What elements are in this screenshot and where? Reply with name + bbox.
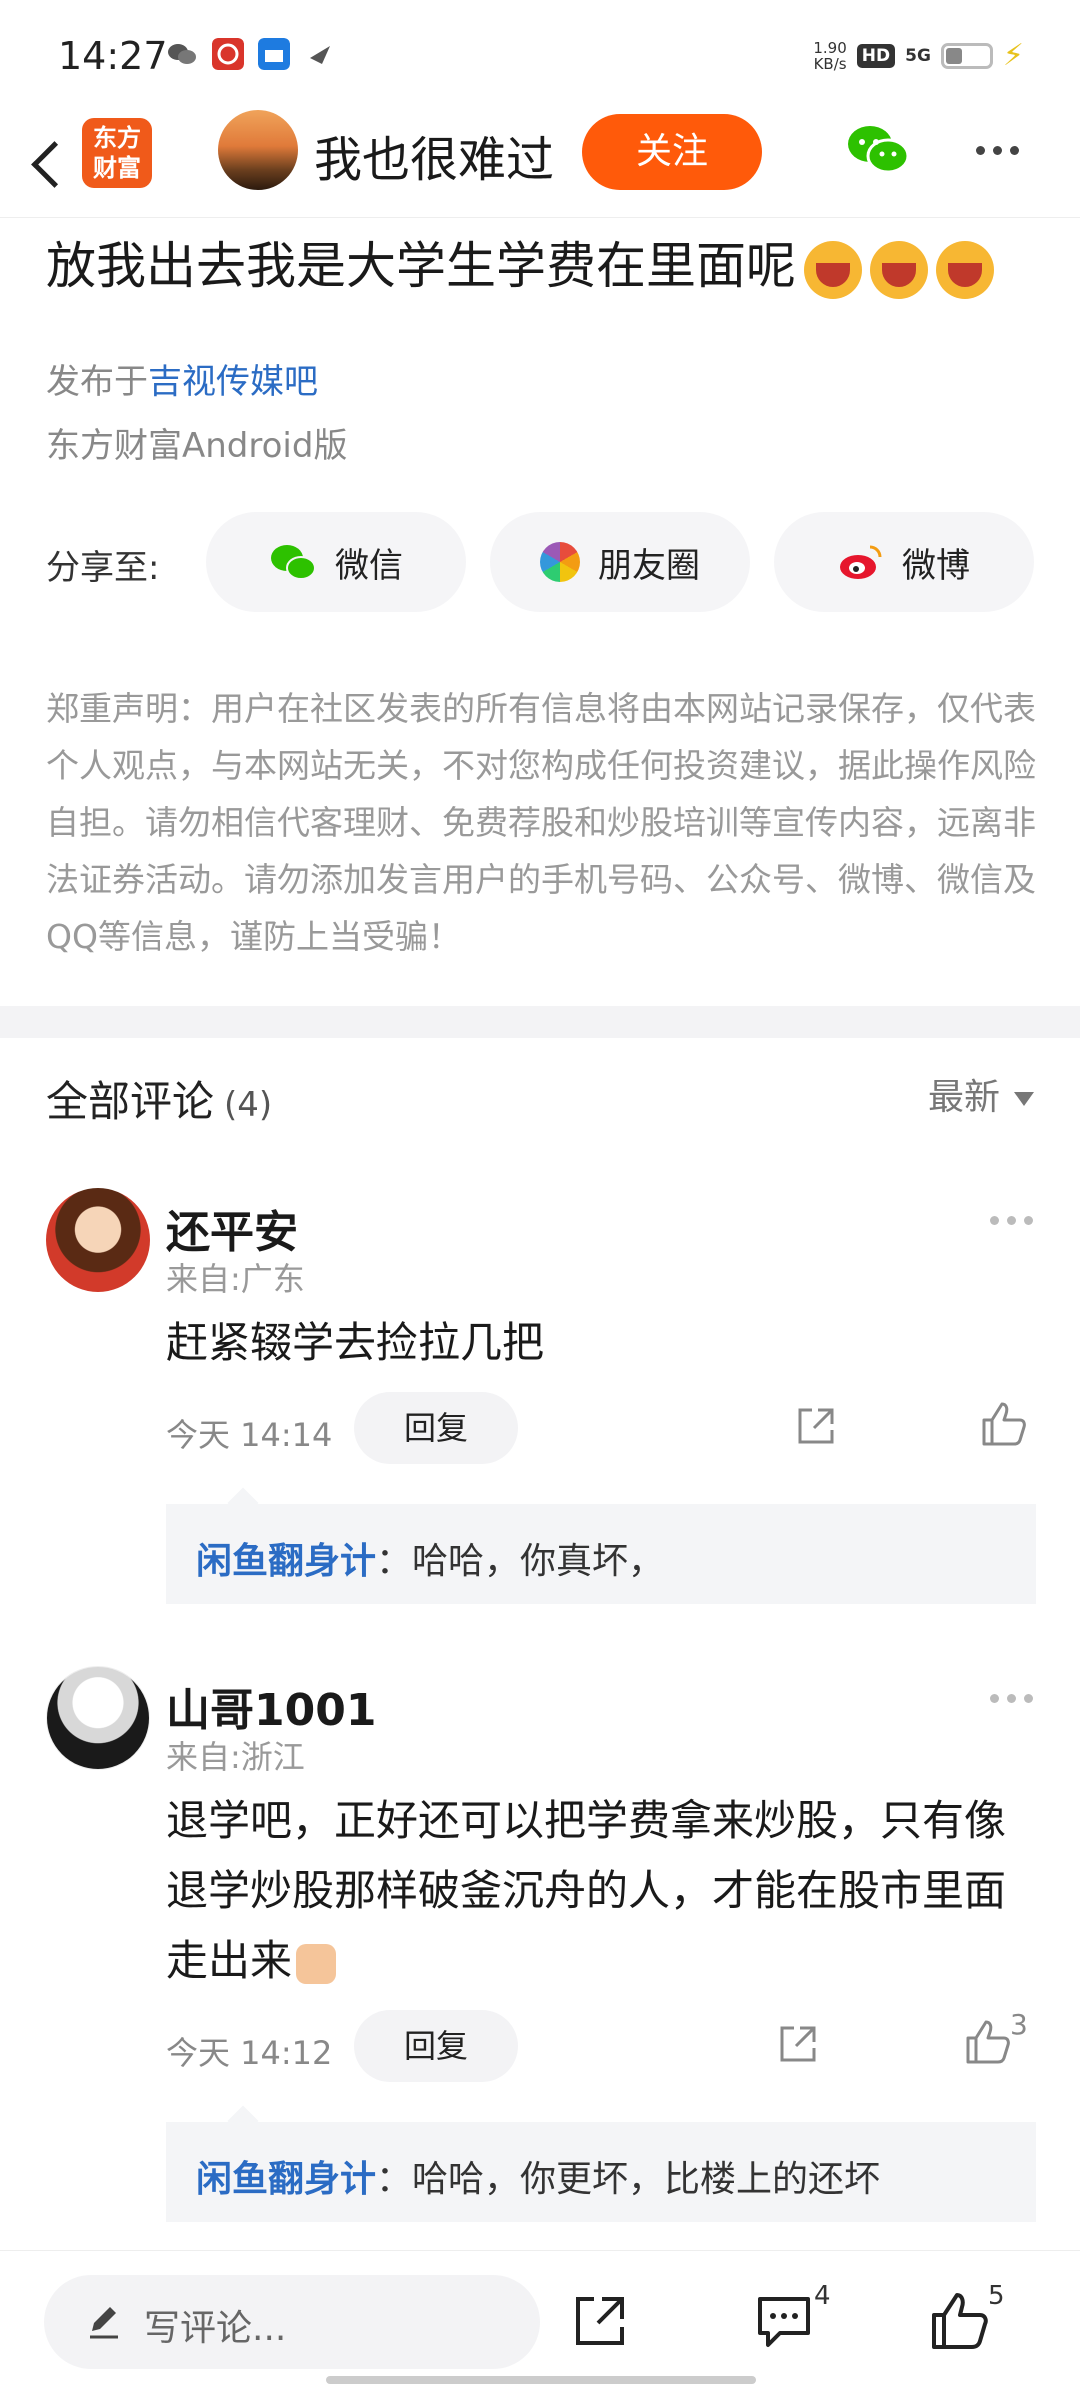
author-name[interactable]: 我也很难过 bbox=[314, 120, 554, 190]
likes-count-badge: 5 bbox=[988, 2281, 1005, 2311]
bar-link[interactable]: 吉视传媒吧 bbox=[148, 362, 318, 402]
bank-notification-icon bbox=[258, 38, 290, 70]
battery-icon bbox=[940, 42, 993, 69]
hd-badge: HD bbox=[856, 43, 896, 68]
home-indicator[interactable] bbox=[326, 2376, 756, 2384]
comment-more-icon[interactable] bbox=[990, 1216, 1033, 1225]
share-icon[interactable] bbox=[570, 2291, 630, 2351]
dropdown-icon bbox=[1014, 1092, 1034, 1106]
app-logo[interactable]: 东方 财富 bbox=[82, 118, 152, 188]
status-time: 14:27 bbox=[58, 34, 168, 78]
post-title: 放我出去我是大学生学费在里面呢 bbox=[46, 226, 994, 299]
commenter-name[interactable]: 山哥1001 bbox=[166, 1674, 376, 1738]
comment-item: 还平安 来自:广东 赶紧辍学去捡拉几把 今天 14:14 回复 闲鱼翻身计：哈哈… bbox=[0, 1188, 1080, 1608]
reply-preview[interactable]: 闲鱼翻身计：哈哈，你真坏， bbox=[166, 1504, 1036, 1604]
sort-selector[interactable]: 最新 bbox=[928, 1068, 1034, 1120]
comment-icon[interactable] bbox=[754, 2291, 814, 2351]
follow-button[interactable]: 关注 bbox=[582, 114, 762, 190]
app-notification-icon bbox=[212, 38, 244, 70]
reply-author[interactable]: 闲鱼翻身计 bbox=[196, 2159, 376, 2200]
wechat-icon bbox=[271, 545, 316, 580]
share-icon[interactable] bbox=[776, 2022, 820, 2066]
reply-button[interactable]: 回复 bbox=[354, 2010, 518, 2082]
comment-item: 山哥1001 来自:浙江 退学吧，正好还可以把学费拿来炒股，只有像退学炒股那样破… bbox=[0, 1666, 1080, 2226]
client-info: 东方财富Android版 bbox=[46, 426, 348, 466]
comment-text: 赶紧辍学去捡拉几把 bbox=[166, 1318, 545, 1367]
send-notification-icon bbox=[310, 46, 330, 64]
back-button[interactable] bbox=[24, 130, 72, 196]
share-icon[interactable] bbox=[794, 1404, 838, 1448]
comment-time: 今天 14:14 bbox=[166, 1416, 333, 1454]
bottom-bar: 写评论... 4 5 bbox=[0, 2250, 1080, 2388]
comments-count: (4) bbox=[224, 1085, 273, 1125]
share-wechat-button[interactable]: 微信 bbox=[206, 512, 466, 612]
like-icon[interactable] bbox=[930, 2291, 990, 2351]
commenter-name[interactable]: 还平安 bbox=[166, 1196, 298, 1260]
moments-icon bbox=[540, 542, 580, 582]
reply-preview[interactable]: 闲鱼翻身计：哈哈，你更坏，比楼上的还坏 bbox=[166, 2122, 1036, 2222]
signal-icon: 5G bbox=[905, 45, 931, 66]
weibo-icon bbox=[840, 545, 882, 579]
publish-info: 发布于吉视传媒吧 bbox=[46, 362, 318, 402]
section-divider bbox=[0, 1006, 1080, 1038]
thumbs-up-emoji-icon bbox=[296, 1943, 337, 1984]
status-right: 1.90 KB/s HD 5G ⚡ bbox=[813, 38, 1024, 73]
commenter-avatar[interactable] bbox=[46, 1188, 150, 1292]
comments-heading: 全部评论 (4) bbox=[46, 1077, 273, 1126]
comment-input[interactable]: 写评论... bbox=[44, 2275, 540, 2369]
wechat-icon[interactable] bbox=[846, 122, 910, 178]
commenter-avatar[interactable] bbox=[46, 1666, 150, 1770]
wechat-notification-icon bbox=[168, 44, 196, 64]
reply-text: ：哈哈，你更坏，比楼上的还坏 bbox=[376, 2159, 881, 2200]
share-weibo-button[interactable]: 微博 bbox=[774, 512, 1034, 612]
comment-more-icon[interactable] bbox=[990, 1694, 1033, 1703]
like-icon[interactable] bbox=[980, 1400, 1028, 1448]
author-avatar[interactable] bbox=[218, 110, 298, 190]
header: 东方 财富 我也很难过 关注 bbox=[0, 110, 1080, 218]
like-count: 3 bbox=[1010, 2008, 1028, 2041]
comment-time: 今天 14:12 bbox=[166, 2034, 333, 2072]
share-label: 分享至: bbox=[46, 548, 160, 588]
share-moments-button[interactable]: 朋友圈 bbox=[490, 512, 750, 612]
reply-button[interactable]: 回复 bbox=[354, 1392, 518, 1464]
notification-icons bbox=[166, 38, 336, 70]
comment-placeholder: 写评论... bbox=[144, 2308, 287, 2349]
crying-emoji-icon bbox=[870, 240, 928, 299]
charging-icon: ⚡ bbox=[1002, 38, 1024, 73]
reply-author[interactable]: 闲鱼翻身计 bbox=[196, 1541, 376, 1582]
crying-emoji-icon bbox=[936, 240, 994, 299]
disclaimer: 郑重声明：用户在社区发表的所有信息将由本网站记录保存，仅代表个人观点，与本网站无… bbox=[46, 689, 1036, 956]
status-bar: 14:27 1.90 KB/s HD 5G ⚡ bbox=[0, 0, 1080, 110]
comments-count-badge: 4 bbox=[814, 2281, 831, 2311]
like-icon[interactable] bbox=[964, 2018, 1012, 2066]
reply-text: ：哈哈，你真坏， bbox=[376, 1541, 665, 1582]
more-options-icon[interactable] bbox=[976, 146, 1019, 155]
net-speed: 1.90 KB/s bbox=[813, 38, 847, 73]
crying-emoji-icon bbox=[804, 240, 862, 299]
commenter-location: 来自:广东 bbox=[166, 1260, 305, 1298]
commenter-location: 来自:浙江 bbox=[166, 1738, 305, 1776]
comment-text: 退学吧，正好还可以把学费拿来炒股，只有像退学炒股那样破釜沉舟的人，才能在股市里面… bbox=[166, 1796, 1007, 1985]
pencil-icon bbox=[90, 2307, 118, 2339]
